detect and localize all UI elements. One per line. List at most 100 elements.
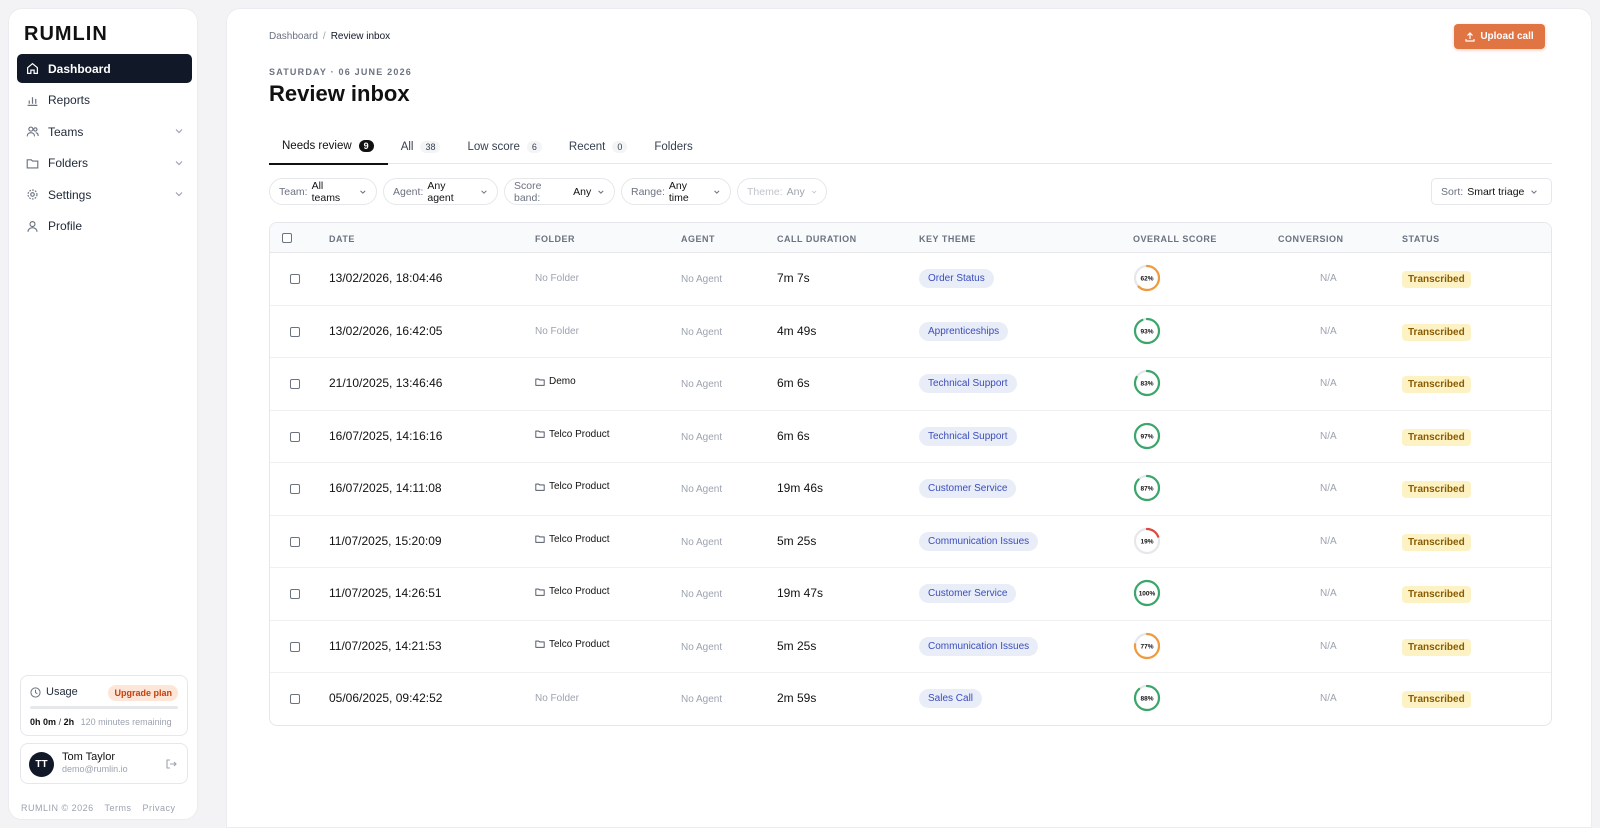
row-theme-badge[interactable]: Customer Service bbox=[919, 584, 1017, 603]
usage-time: 0h 0m / 2h 120 minutes remaining bbox=[30, 717, 172, 727]
range-filter[interactable]: Range: Any time bbox=[621, 178, 731, 205]
row-checkbox[interactable] bbox=[290, 589, 300, 599]
tab-recent[interactable]: Recent 0 bbox=[556, 135, 641, 164]
upgrade-plan-button[interactable]: Upgrade plan bbox=[108, 685, 178, 701]
row-theme-badge[interactable]: Order Status bbox=[919, 269, 994, 288]
row-date: 13/02/2026, 16:42:05 bbox=[329, 323, 443, 338]
score-band-filter[interactable]: Score band: Any bbox=[504, 178, 615, 205]
row-folder: No Folder bbox=[535, 326, 579, 337]
column-header-status[interactable]: STATUS bbox=[1402, 234, 1440, 244]
chevron-down-icon bbox=[360, 189, 366, 194]
row-agent: No Agent bbox=[681, 326, 723, 338]
agent-filter[interactable]: Agent: Any agent bbox=[383, 178, 498, 205]
breadcrumb-root[interactable]: Dashboard bbox=[269, 31, 318, 42]
row-checkbox[interactable] bbox=[290, 536, 300, 547]
row-theme-badge[interactable]: Technical Support bbox=[919, 374, 1017, 393]
row-checkbox[interactable] bbox=[290, 431, 300, 442]
chevron-down-icon[interactable] bbox=[174, 126, 184, 136]
privacy-link[interactable]: Privacy bbox=[143, 803, 176, 813]
sidebar-item-profile[interactable]: Profile bbox=[17, 212, 192, 241]
chevron-down-icon[interactable] bbox=[174, 158, 184, 168]
table-row[interactable]: 13/02/2026, 18:04:46 No Folder No Agent 7m … bbox=[270, 253, 1551, 306]
filter-value: Any agent bbox=[427, 179, 454, 204]
filter-label: Sort: bbox=[1441, 185, 1464, 198]
column-header-duration[interactable]: CALL DURATION bbox=[777, 234, 857, 244]
filter-label: Theme: bbox=[747, 185, 783, 198]
status-badge: Transcribed bbox=[1402, 586, 1471, 603]
row-folder: No Folder bbox=[535, 273, 579, 284]
user-card[interactable]: TT Tom Taylor demo@rumlin.io bbox=[20, 743, 188, 784]
row-checkbox[interactable] bbox=[290, 326, 300, 337]
column-header-date[interactable]: DATE bbox=[329, 234, 355, 244]
row-checkbox[interactable] bbox=[290, 274, 300, 284]
row-theme-badge[interactable]: Sales Call bbox=[919, 689, 983, 708]
upload-call-button[interactable]: Upload call bbox=[1454, 24, 1545, 49]
row-duration: 2m 59s bbox=[777, 691, 817, 705]
tab-label: Recent bbox=[568, 140, 606, 153]
row-theme-badge[interactable]: Apprenticeships bbox=[919, 321, 1009, 341]
table-row[interactable]: 11/07/2025, 14:26:51 Telco Product No Agen… bbox=[270, 568, 1551, 621]
filter-label: Team: bbox=[279, 185, 308, 198]
tab-needs-review[interactable]: Needs review 9 bbox=[269, 135, 388, 165]
brand-logo[interactable]: RUMLIN bbox=[24, 23, 108, 46]
table-row[interactable]: 11/07/2025, 14:21:53 Telco Product No Agen… bbox=[270, 621, 1551, 673]
column-header-folder[interactable]: FOLDER bbox=[535, 234, 575, 244]
chevron-down-icon[interactable] bbox=[174, 189, 184, 199]
filter-label: Range: bbox=[631, 185, 665, 198]
table-row[interactable]: 11/07/2025, 15:20:09 Telco Product No Agen… bbox=[270, 516, 1551, 568]
row-theme-badge[interactable]: Communication Issues bbox=[919, 531, 1039, 551]
sort-select[interactable]: Sort: Smart triage bbox=[1431, 178, 1552, 205]
sidebar-item-settings[interactable]: Settings bbox=[17, 180, 192, 209]
status-badge: Transcribed bbox=[1402, 376, 1471, 393]
table-row[interactable]: 13/02/2026, 16:42:05 No Folder No Agent 4m … bbox=[270, 306, 1551, 358]
row-checkbox[interactable] bbox=[290, 641, 300, 652]
tab-label: All bbox=[400, 140, 414, 153]
column-header-conversion[interactable]: CONVERSION bbox=[1278, 234, 1344, 244]
status-badge: Transcribed bbox=[1402, 533, 1471, 551]
column-header-agent[interactable]: AGENT bbox=[681, 234, 715, 244]
row-agent: No Agent bbox=[681, 484, 723, 495]
sidebar-item-teams[interactable]: Teams bbox=[17, 117, 192, 146]
tab-low-score[interactable]: Low score 6 bbox=[454, 135, 555, 164]
row-theme-badge[interactable]: Customer Service bbox=[919, 479, 1017, 498]
row-duration: 5m 25s bbox=[777, 638, 817, 653]
select-all-checkbox[interactable] bbox=[282, 233, 292, 243]
table-row[interactable]: 05/06/2025, 09:42:52 No Folder No Agent 2m … bbox=[270, 673, 1551, 725]
row-duration: 4m 49s bbox=[777, 323, 817, 338]
row-score-ring: 88% bbox=[1133, 684, 1161, 712]
row-theme-badge[interactable]: Communication Issues bbox=[919, 636, 1039, 656]
sidebar-item-dashboard[interactable]: Dashboard bbox=[17, 54, 192, 83]
row-date: 16/07/2025, 14:11:08 bbox=[329, 481, 442, 495]
table-row[interactable]: 16/07/2025, 14:11:08 Telco Product No Agen… bbox=[270, 463, 1551, 516]
team-filter[interactable]: Team: All teams bbox=[269, 178, 377, 205]
tab-all[interactable]: All 38 bbox=[388, 135, 455, 164]
tab-folders[interactable]: Folders bbox=[641, 135, 706, 164]
row-checkbox[interactable] bbox=[290, 379, 300, 389]
status-badge: Transcribed bbox=[1402, 323, 1471, 341]
column-header-score[interactable]: OVERALL SCORE bbox=[1133, 234, 1217, 244]
logout-icon[interactable] bbox=[165, 758, 177, 770]
chevron-down-icon bbox=[481, 189, 487, 194]
row-theme-badge[interactable]: Technical Support bbox=[919, 426, 1017, 446]
usage-progress-bar bbox=[30, 706, 178, 709]
chevron-down-icon bbox=[1531, 189, 1538, 194]
column-header-theme[interactable]: KEY THEME bbox=[919, 234, 976, 244]
row-agent: No Agent bbox=[681, 694, 723, 705]
user-email: demo@rumlin.io bbox=[62, 764, 128, 774]
theme-filter[interactable]: Theme: Any bbox=[737, 178, 827, 205]
filter-value: Smart triage bbox=[1467, 185, 1525, 198]
table-row[interactable]: 21/10/2025, 13:46:46 Demo No Agent 6m 6s Tec… bbox=[270, 358, 1551, 411]
sidebar-item-folders[interactable]: Folders bbox=[17, 149, 192, 178]
sidebar-item-label: Dashboard bbox=[48, 61, 111, 76]
gear-icon bbox=[27, 189, 38, 200]
table-row[interactable]: 16/07/2025, 14:16:16 Telco Product No Agen… bbox=[270, 411, 1551, 463]
row-date: 05/06/2025, 09:42:52 bbox=[329, 691, 443, 705]
terms-link[interactable]: Terms bbox=[105, 803, 132, 813]
usage-total: 2h bbox=[63, 717, 75, 727]
row-checkbox[interactable] bbox=[290, 694, 300, 704]
chevron-down-icon bbox=[714, 190, 720, 194]
row-checkbox[interactable] bbox=[290, 484, 300, 494]
row-score-ring: 93% bbox=[1133, 317, 1161, 344]
tab-count: 0 bbox=[612, 140, 628, 153]
sidebar-item-reports[interactable]: Reports bbox=[17, 86, 192, 115]
